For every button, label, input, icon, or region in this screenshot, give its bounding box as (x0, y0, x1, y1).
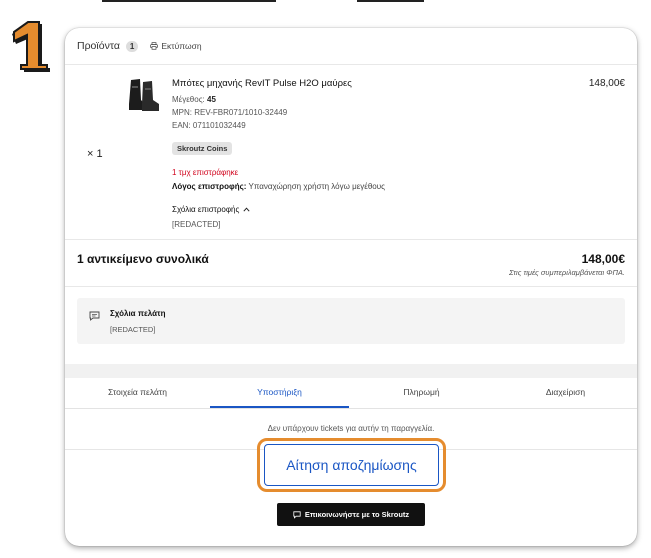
comment-icon (89, 311, 100, 321)
return-comments-label: Σχόλια επιστροφής (172, 205, 240, 214)
step-number-badge: 1 (12, 21, 50, 72)
chevron-up-icon (243, 207, 250, 212)
order-card: Προϊόντα 1 Εκτύπωση × 1 Μπότες μηχανής R… (65, 28, 637, 546)
tab-customer-details[interactable]: Στοιχεία πελάτη (65, 380, 210, 408)
product-name[interactable]: Μπότες μηχανής RevIT Pulse H2O μαύρες (172, 78, 352, 89)
products-count-badge: 1 (125, 40, 139, 52)
return-reason-label: Λόγος επιστροφής: (172, 182, 247, 191)
redaction-bar (102, 0, 276, 2)
chat-icon (293, 510, 301, 519)
print-label: Εκτύπωση (161, 41, 202, 51)
products-title: Προϊόντα (77, 40, 120, 52)
order-tabs: Στοιχεία πελάτη Υποστήριξη Πληρωμή Διαχε… (65, 380, 637, 408)
return-comments-toggle[interactable]: Σχόλια επιστροφής (172, 205, 250, 214)
print-link[interactable]: Εκτύπωση (150, 41, 202, 51)
product-quantity: × 1 (87, 148, 103, 160)
product-thumbnail[interactable] (123, 74, 165, 116)
tabs-divider (65, 408, 637, 409)
no-tickets-message: Δεν υπάρχουν tickets για αυτήν τη παραγγ… (267, 424, 435, 433)
customer-comments-value: [REDACTED] (110, 325, 156, 334)
customer-comments-title: Σχόλια πελάτη (110, 309, 166, 318)
return-reason-value: Υπαναχώρηση χρήστη λόγω μεγέθους (248, 182, 385, 191)
contact-skroutz-button[interactable]: Επικοινωνήστε με το Skroutz (277, 503, 425, 526)
size-label: Μέγεθος: (172, 95, 205, 104)
items-total-label: 1 αντικείμενο συνολικά (77, 252, 209, 266)
redaction-bar (357, 0, 424, 2)
contact-skroutz-label: Επικοινωνήστε με το Skroutz (304, 510, 410, 519)
return-reason: Λόγος επιστροφής: Υπαναχώρηση χρήστη λόγ… (172, 182, 385, 191)
printer-icon (150, 42, 159, 50)
product-mpn: MPN: REV-FBR071/1010-32449 (172, 108, 288, 117)
products-header: Προϊόντα 1 Εκτύπωση (77, 40, 202, 52)
returned-status: 1 τμχ επιστράφηκε (172, 168, 239, 177)
refund-request-button[interactable]: Αίτηση αποζημίωσης (264, 444, 439, 486)
vat-note: Στις τιμές συμπεριλαμβάνεται ΦΠΑ. (508, 268, 625, 277)
tab-management[interactable]: Διαχείριση (494, 380, 637, 408)
divider (65, 286, 637, 287)
tab-support[interactable]: Υποστήριξη (210, 380, 349, 408)
customer-comments-box: Σχόλια πελάτη [REDACTED] (77, 298, 625, 344)
product-ean: EAN: 071101032449 (172, 121, 246, 130)
divider (65, 239, 637, 240)
skroutz-coins-badge: Skroutz Coins (172, 142, 233, 155)
section-separator (65, 364, 637, 378)
return-comments-value: [REDACTED] (172, 220, 221, 229)
size-value: 45 (207, 95, 216, 104)
divider (65, 64, 637, 65)
product-size: Μέγεθος: 45 (172, 95, 216, 104)
product-price: 148,00€ (588, 78, 625, 89)
items-total-price: 148,00€ (581, 252, 625, 266)
tab-payment[interactable]: Πληρωμή (349, 380, 494, 408)
